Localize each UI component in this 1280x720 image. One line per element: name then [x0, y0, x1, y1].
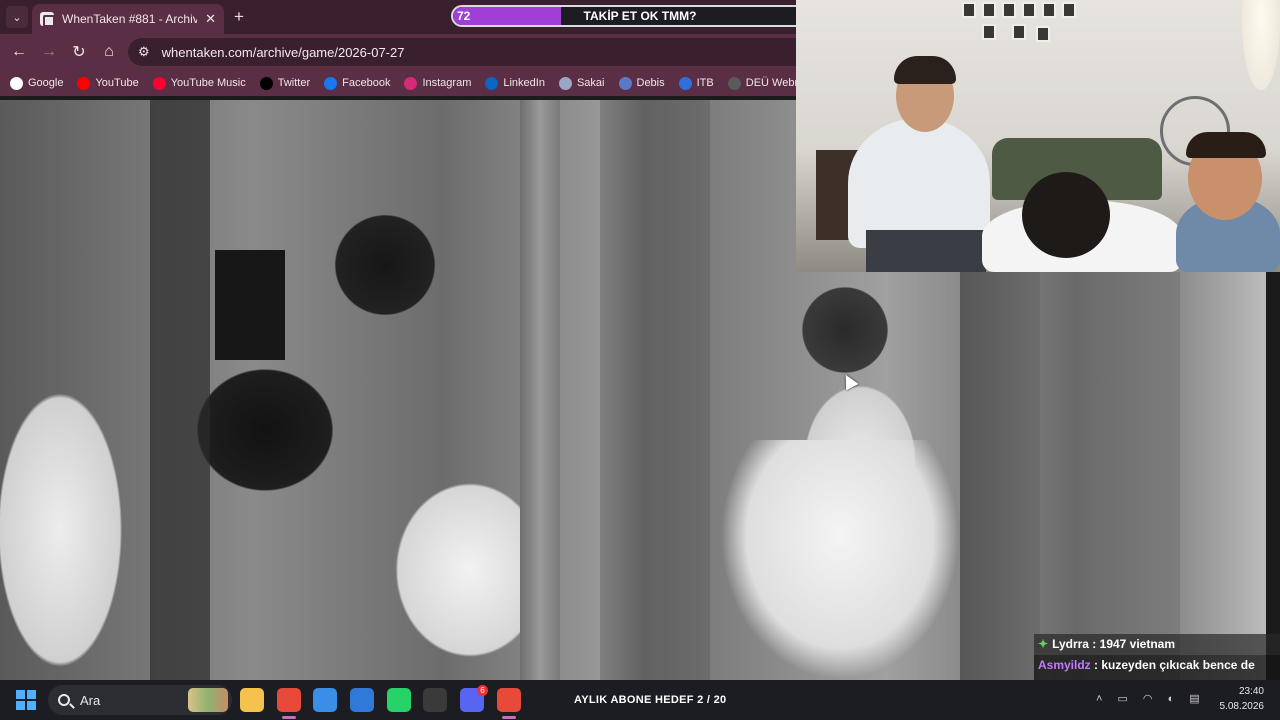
bookmark-label: Facebook	[342, 77, 391, 89]
back-arrow-icon[interactable]: ←	[4, 43, 34, 61]
active-app-indicator	[282, 716, 296, 719]
chat-username: Asmyildz	[1038, 658, 1091, 672]
bookmark-youtube[interactable]: YouTube	[77, 76, 139, 90]
bookmark-label: Twitter	[277, 77, 311, 89]
bookmark-label: YouTube	[95, 77, 139, 89]
discord-icon[interactable]: 6	[460, 685, 488, 712]
system-tray-icons[interactable]: ˄ ▭ ◠ ◐ ▤	[1096, 692, 1206, 705]
taskbar-search[interactable]: Ara	[48, 685, 232, 715]
bookmarks-bar: Google YouTube YouTube Music Twitter Faceboo…	[0, 70, 835, 96]
bookmark-label: ITB	[696, 77, 714, 89]
forward-arrow-icon[interactable]: →	[34, 43, 64, 61]
chrome-profile-icon[interactable]	[497, 688, 521, 712]
bookmark-label: Debis	[636, 77, 665, 89]
new-tab-button[interactable]: +	[234, 7, 244, 27]
debis-icon	[618, 76, 632, 90]
bookmark-label: Google	[28, 77, 64, 89]
address-bar[interactable]: ⚙ whentaken.com/archive/game/2026-07-27	[128, 38, 796, 66]
follow-goal-label: TAKİP ET OK TMM?	[583, 9, 697, 23]
chat-message: ✦ Lydrra : 1947 vietnam	[1034, 634, 1280, 655]
search-icon	[58, 694, 70, 706]
chevron-down-icon: ⌄	[12, 11, 22, 24]
chrome-icon[interactable]	[277, 688, 301, 712]
file-explorer-icon[interactable]	[240, 688, 264, 712]
bookmark-google[interactable]: Google	[10, 76, 64, 90]
obs-icon[interactable]	[423, 688, 447, 712]
follow-goal-bar: 72 TAKİP ET OK TMM? 250	[451, 5, 829, 27]
chat-badge-icon: ✦	[1038, 637, 1049, 651]
tab-title: WhenTaken #881 - Archive Puz	[62, 12, 198, 26]
clock-date: 5.08.2026	[1219, 701, 1265, 712]
bookmark-itb[interactable]: ITB	[678, 76, 714, 90]
url-text[interactable]: whentaken.com/archive/game/2026-07-27	[162, 45, 405, 60]
whentaken-favicon-icon	[40, 12, 55, 27]
globe-icon	[727, 76, 741, 90]
microsoft-store-icon[interactable]	[313, 688, 337, 712]
discord-badge: 6	[477, 685, 488, 696]
chat-separator: :	[1088, 637, 1100, 651]
bookmark-label: YouTube Music	[170, 77, 246, 89]
bookmark-debis[interactable]: Debis	[618, 76, 665, 90]
taskbar-clock[interactable]: 23:40 5.08.2026	[1220, 684, 1265, 714]
chat-message: Asmyildz : kuzeyden çıkıcak bence de	[1034, 655, 1280, 676]
bookmark-label: Sakai	[576, 77, 605, 89]
chat-username: Lydrra	[1052, 637, 1089, 651]
chat-text: 1947 vietnam	[1099, 637, 1176, 651]
reload-icon[interactable]: ↻	[64, 42, 94, 62]
browser-toolbar: ← → ↻ ⌂ ⚙ whentaken.com/archive/game/202…	[0, 34, 796, 70]
outlook-icon[interactable]	[350, 688, 374, 712]
sub-goal-text: AYLIK ABONE HEDEF 2 / 20	[574, 694, 727, 706]
tab-search-button[interactable]: ⌄	[6, 6, 28, 28]
bookmark-label: Instagram	[422, 77, 472, 89]
bookmark-sakai[interactable]: Sakai	[558, 76, 605, 90]
youtube-music-icon	[152, 76, 166, 90]
bookmark-linkedin[interactable]: LinkedIn	[485, 76, 545, 90]
chat-separator: :	[1090, 658, 1102, 672]
bookmark-instagram[interactable]: Instagram	[404, 76, 472, 90]
whatsapp-icon[interactable]	[387, 688, 411, 712]
bookmark-twitter[interactable]: Twitter	[259, 76, 311, 90]
bookmark-youtube-music[interactable]: YouTube Music	[152, 76, 246, 90]
sakai-icon	[558, 76, 572, 90]
clock-time: 23:40	[1238, 686, 1264, 697]
windows-start-icon[interactable]	[16, 690, 36, 710]
bookmark-label: LinkedIn	[503, 77, 545, 89]
home-icon[interactable]: ⌂	[94, 43, 124, 61]
google-icon	[10, 76, 23, 90]
browser-tab[interactable]: WhenTaken #881 - Archive Puz ✕	[32, 4, 224, 34]
chat-text: kuzeyden çıkıcak bence de	[1101, 658, 1255, 672]
itb-icon	[678, 76, 692, 90]
youtube-icon	[77, 76, 91, 90]
instagram-icon	[404, 76, 418, 90]
tab-close-icon[interactable]: ✕	[205, 11, 216, 27]
bookmark-facebook[interactable]: Facebook	[324, 76, 391, 90]
facebook-icon	[324, 76, 338, 90]
active-app-indicator	[502, 716, 516, 719]
windows-taskbar: Ara 6 AYLIK ABONE HEDEF 2 / 20 ˄ ▭ ◠ ◐ ▤…	[0, 680, 1280, 720]
search-highlight-art	[188, 688, 228, 712]
linkedin-icon	[485, 76, 499, 90]
site-settings-icon[interactable]: ⚙	[138, 44, 150, 60]
search-placeholder[interactable]: Ara	[80, 693, 100, 708]
x-icon	[259, 76, 273, 90]
webcam-overlay	[796, 0, 1280, 272]
